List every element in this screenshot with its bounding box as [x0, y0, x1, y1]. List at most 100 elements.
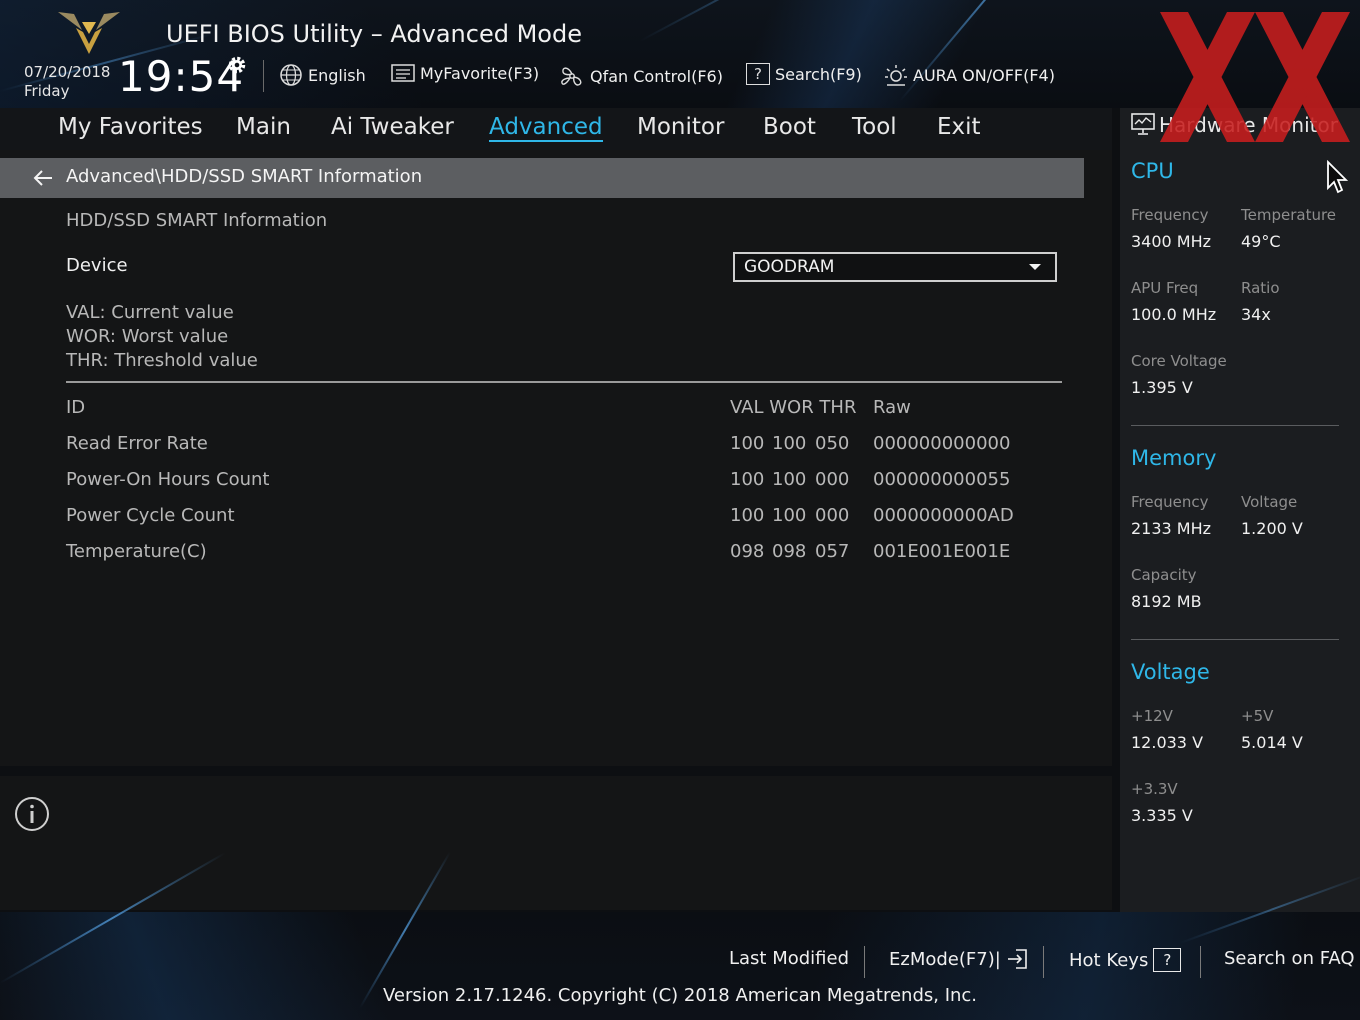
memory-capacity-label: Capacity	[1131, 566, 1197, 584]
section-title: HDD/SSD SMART Information	[66, 210, 328, 231]
ezmode-button[interactable]: EzMode(F7)|	[889, 948, 1028, 970]
col-header-id: ID	[66, 397, 86, 418]
row-val: 100	[730, 469, 765, 490]
cpu-frequency-value: 3400 MHz	[1131, 232, 1212, 251]
tab-main[interactable]: Main	[236, 114, 291, 140]
row-raw: 000000000000	[873, 433, 1011, 454]
row-thr: 000	[815, 505, 850, 526]
ezmode-label: EzMode(F7)|	[889, 948, 1001, 970]
device-select[interactable]: GOODRAM	[733, 252, 1057, 282]
last-modified-label: Last Modified	[729, 948, 850, 969]
qfan-control-label: Qfan Control(F6)	[590, 66, 723, 86]
search-label: Search(F9)	[775, 64, 862, 84]
core-voltage-value: 1.395 V	[1131, 378, 1193, 397]
row-raw: 0000000000AD	[873, 505, 1014, 526]
tab-ai-tweaker[interactable]: Ai Tweaker	[331, 114, 454, 140]
globe-icon	[280, 64, 302, 86]
fan-icon	[561, 67, 582, 86]
memory-frequency-value: 2133 MHz	[1131, 519, 1212, 538]
main-panel	[0, 150, 1112, 766]
ratio-value: 34x	[1241, 305, 1271, 324]
chevron-down-icon	[1029, 264, 1041, 270]
tuf-logo-icon	[58, 12, 120, 54]
language-button[interactable]: English	[279, 63, 366, 87]
tab-exit[interactable]: Exit	[937, 114, 981, 140]
cpu-frequency-label: Frequency	[1131, 206, 1209, 224]
monitor-icon	[1131, 113, 1155, 135]
row-thr: 050	[815, 433, 850, 454]
tab-tool[interactable]: Tool	[852, 114, 897, 140]
tab-boot[interactable]: Boot	[763, 114, 816, 140]
cpu-temperature-value: 49°C	[1241, 232, 1281, 251]
voltage-12v-value: 12.033 V	[1131, 733, 1204, 752]
row-thr: 057	[815, 541, 850, 562]
legend-val: VAL: Current value	[66, 302, 234, 323]
row-wor: 100	[772, 505, 807, 526]
aura-toggle-button[interactable]: AURA ON/OFF(F4)	[884, 63, 1055, 87]
hot-keys-button[interactable]: Hot Keys ?	[1069, 948, 1182, 972]
tab-my-favorites[interactable]: My Favorites	[58, 114, 203, 140]
voltage-3v3-value: 3.335 V	[1131, 806, 1193, 825]
aura-light-icon	[885, 65, 907, 86]
aura-toggle-label: AURA ON/OFF(F4)	[913, 65, 1055, 85]
row-name: Power-On Hours Count	[66, 469, 270, 490]
row-raw: 000000000055	[873, 469, 1011, 490]
breadcrumb-path: Advanced\HDD/SSD SMART Information	[66, 166, 423, 187]
version-text: Version 2.17.1246. Copyright (C) 2018 Am…	[382, 985, 978, 1006]
device-label: Device	[66, 255, 128, 276]
hw-divider	[1131, 639, 1339, 640]
ratio-label: Ratio	[1241, 279, 1280, 297]
hot-keys-label: Hot Keys	[1069, 949, 1149, 971]
myfavorite-button[interactable]: MyFavorite(F3)	[391, 63, 539, 83]
row-thr: 000	[815, 469, 850, 490]
memory-frequency-label: Frequency	[1131, 493, 1209, 511]
footer-divider	[1043, 946, 1044, 978]
row-raw: 001E001E001E	[873, 541, 1011, 562]
tab-monitor[interactable]: Monitor	[637, 114, 724, 140]
memory-voltage-value: 1.200 V	[1241, 519, 1303, 538]
day-text: Friday	[24, 82, 70, 100]
memory-heading: Memory	[1131, 446, 1217, 470]
row-name: Temperature(C)	[66, 541, 207, 562]
voltage-12v-label: +12V	[1131, 707, 1173, 725]
favorite-list-icon	[391, 64, 415, 82]
voltage-3v3-label: +3.3V	[1131, 780, 1178, 798]
row-wor: 100	[772, 433, 807, 454]
search-faq-button[interactable]: Search on FAQ	[1224, 948, 1355, 969]
voltage-5v-value: 5.014 V	[1241, 733, 1303, 752]
last-modified-button[interactable]: Last Modified	[729, 948, 849, 969]
voltage-heading: Voltage	[1131, 660, 1210, 684]
row-name: Power Cycle Count	[66, 505, 235, 526]
app-title: UEFI BIOS Utility – Advanced Mode	[166, 20, 582, 48]
qfan-control-button[interactable]: Qfan Control(F6)	[559, 63, 723, 89]
row-wor: 098	[772, 541, 807, 562]
memory-capacity-value: 8192 MB	[1131, 592, 1202, 611]
divider	[66, 381, 1062, 383]
footer-divider	[864, 946, 865, 978]
back-arrow-icon[interactable]	[32, 168, 54, 188]
row-wor: 100	[772, 469, 807, 490]
hw-divider	[1131, 425, 1339, 426]
info-icon	[15, 797, 49, 831]
voltage-5v-label: +5V	[1241, 707, 1274, 725]
memory-voltage-label: Voltage	[1241, 493, 1298, 511]
search-faq-label: Search on FAQ	[1224, 948, 1355, 969]
legend-wor: WOR: Worst value	[66, 326, 229, 347]
date-text: 07/20/2018	[24, 63, 111, 81]
cpu-heading: CPU	[1131, 159, 1174, 183]
gear-icon[interactable]	[226, 54, 248, 76]
date-display[interactable]: 07/20/2018 Friday	[24, 63, 110, 101]
legend-thr: THR: Threshold value	[66, 350, 258, 371]
row-val: 100	[730, 433, 765, 454]
apu-freq-label: APU Freq	[1131, 279, 1199, 297]
tab-advanced[interactable]: Advanced	[489, 114, 603, 142]
exit-arrow-icon	[1007, 949, 1027, 969]
footer-divider	[1200, 946, 1201, 978]
mouse-cursor-icon	[1327, 160, 1348, 194]
language-label: English	[308, 65, 366, 85]
myfavorite-label: MyFavorite(F3)	[420, 63, 540, 83]
core-voltage-label: Core Voltage	[1131, 352, 1227, 370]
cpu-temperature-label: Temperature	[1241, 206, 1337, 224]
search-button[interactable]: ? Search(F9)	[746, 63, 862, 85]
col-header-vals: VAL WOR THR	[730, 397, 857, 418]
